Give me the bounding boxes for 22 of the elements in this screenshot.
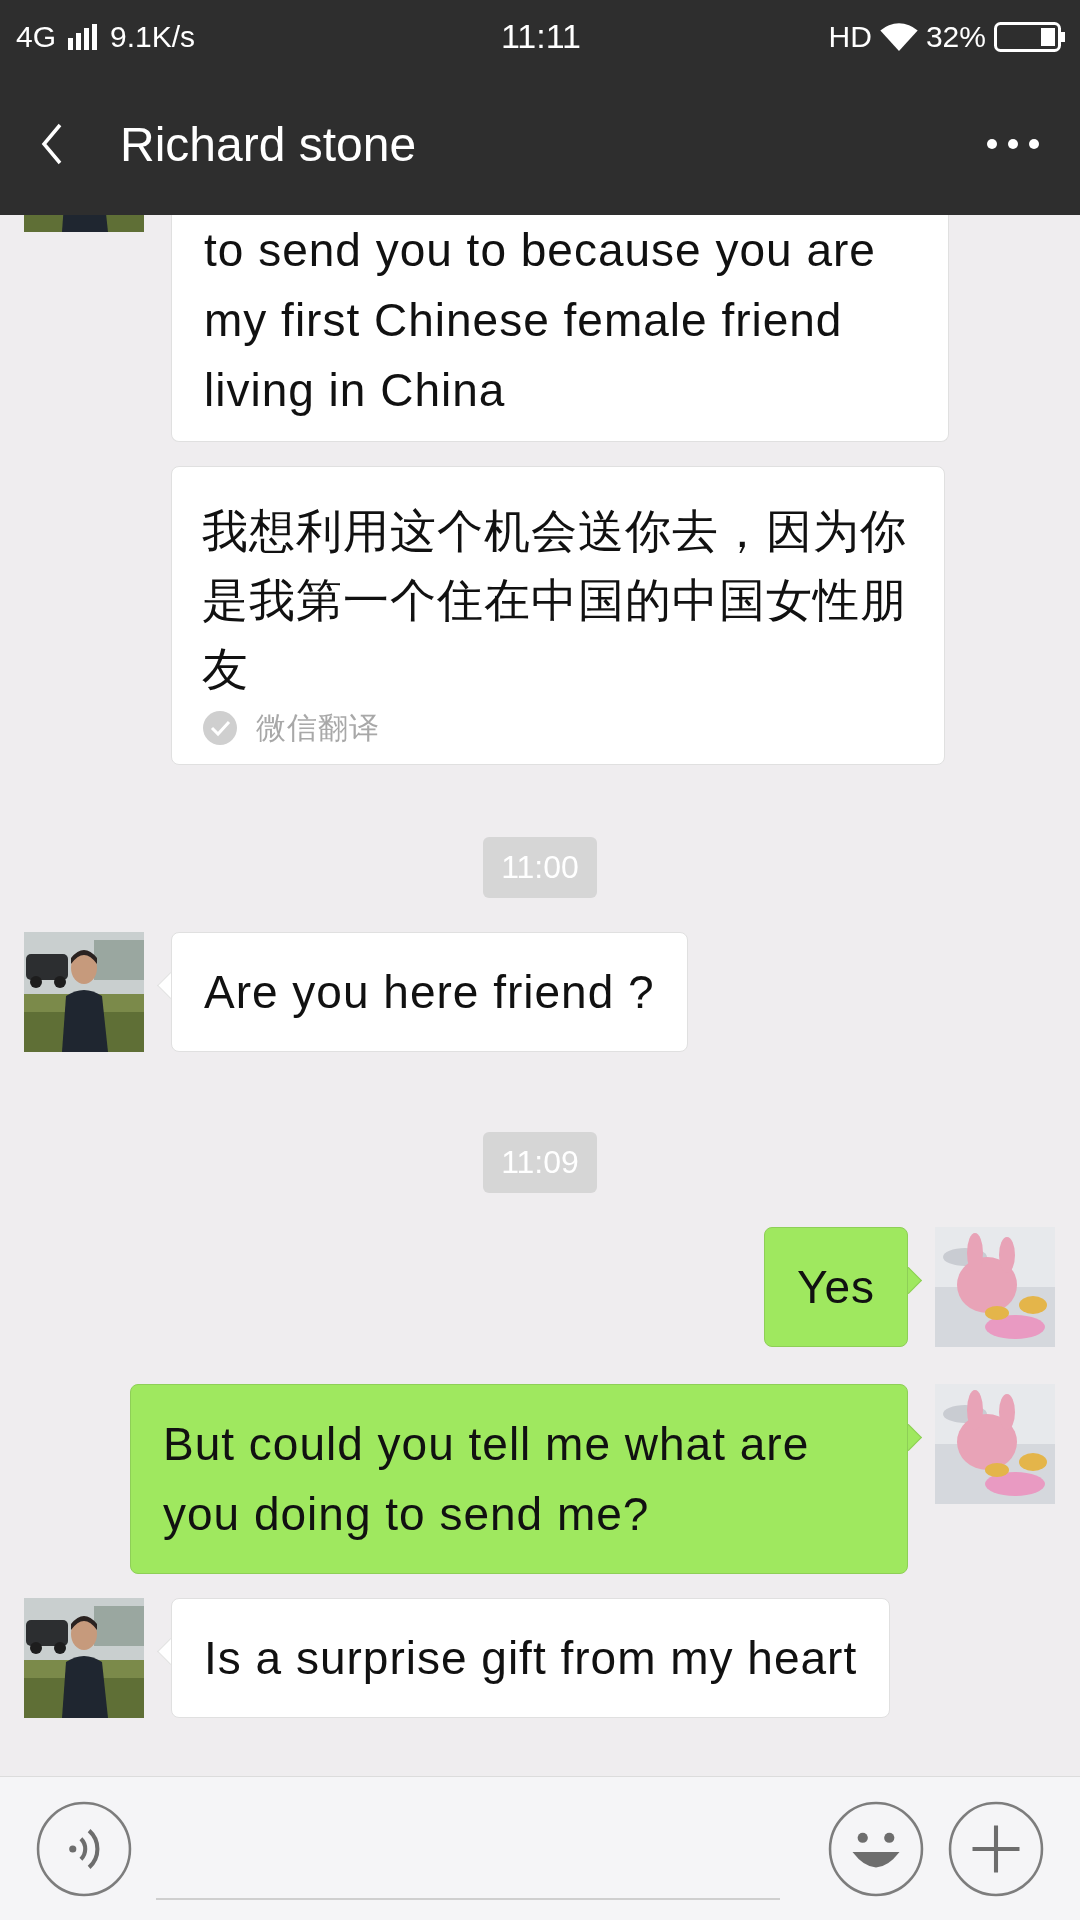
message-bubble[interactable]: to send you to because you are my first Chinese female friend living in China xyxy=(171,215,949,442)
battery-icon xyxy=(994,21,1066,52)
message-bubble[interactable]: But could you tell me what are you doing to send me? xyxy=(130,1384,908,1574)
network-speed: 9.1K/s xyxy=(110,19,196,54)
wifi-icon xyxy=(879,22,918,51)
battery-percent: 32% xyxy=(925,19,986,54)
hd-label: HD xyxy=(828,19,872,54)
emoji-icon[interactable] xyxy=(828,1800,924,1897)
translated-text: 我想利用这个机会送你去，因为你是我第一个住在中国的中国女性朋友 xyxy=(202,503,908,698)
translation-source: 微信翻译 xyxy=(256,710,380,746)
more-icon[interactable] xyxy=(986,138,1040,150)
message-bubble[interactable]: Yes xyxy=(763,1227,908,1347)
message-bubble[interactable]: Is a surprise gift from my heart xyxy=(171,1598,891,1718)
plus-icon[interactable] xyxy=(948,1800,1044,1897)
voice-icon[interactable] xyxy=(36,1800,132,1897)
clock: 11:11 xyxy=(500,17,581,56)
message-bubble[interactable]: Are you here friend ? xyxy=(171,932,688,1052)
back-icon[interactable] xyxy=(40,122,64,166)
network-label: 4G xyxy=(16,19,57,54)
chat-title: Richard stone xyxy=(120,116,418,172)
check-icon xyxy=(202,710,238,746)
signal-icon xyxy=(68,23,99,50)
